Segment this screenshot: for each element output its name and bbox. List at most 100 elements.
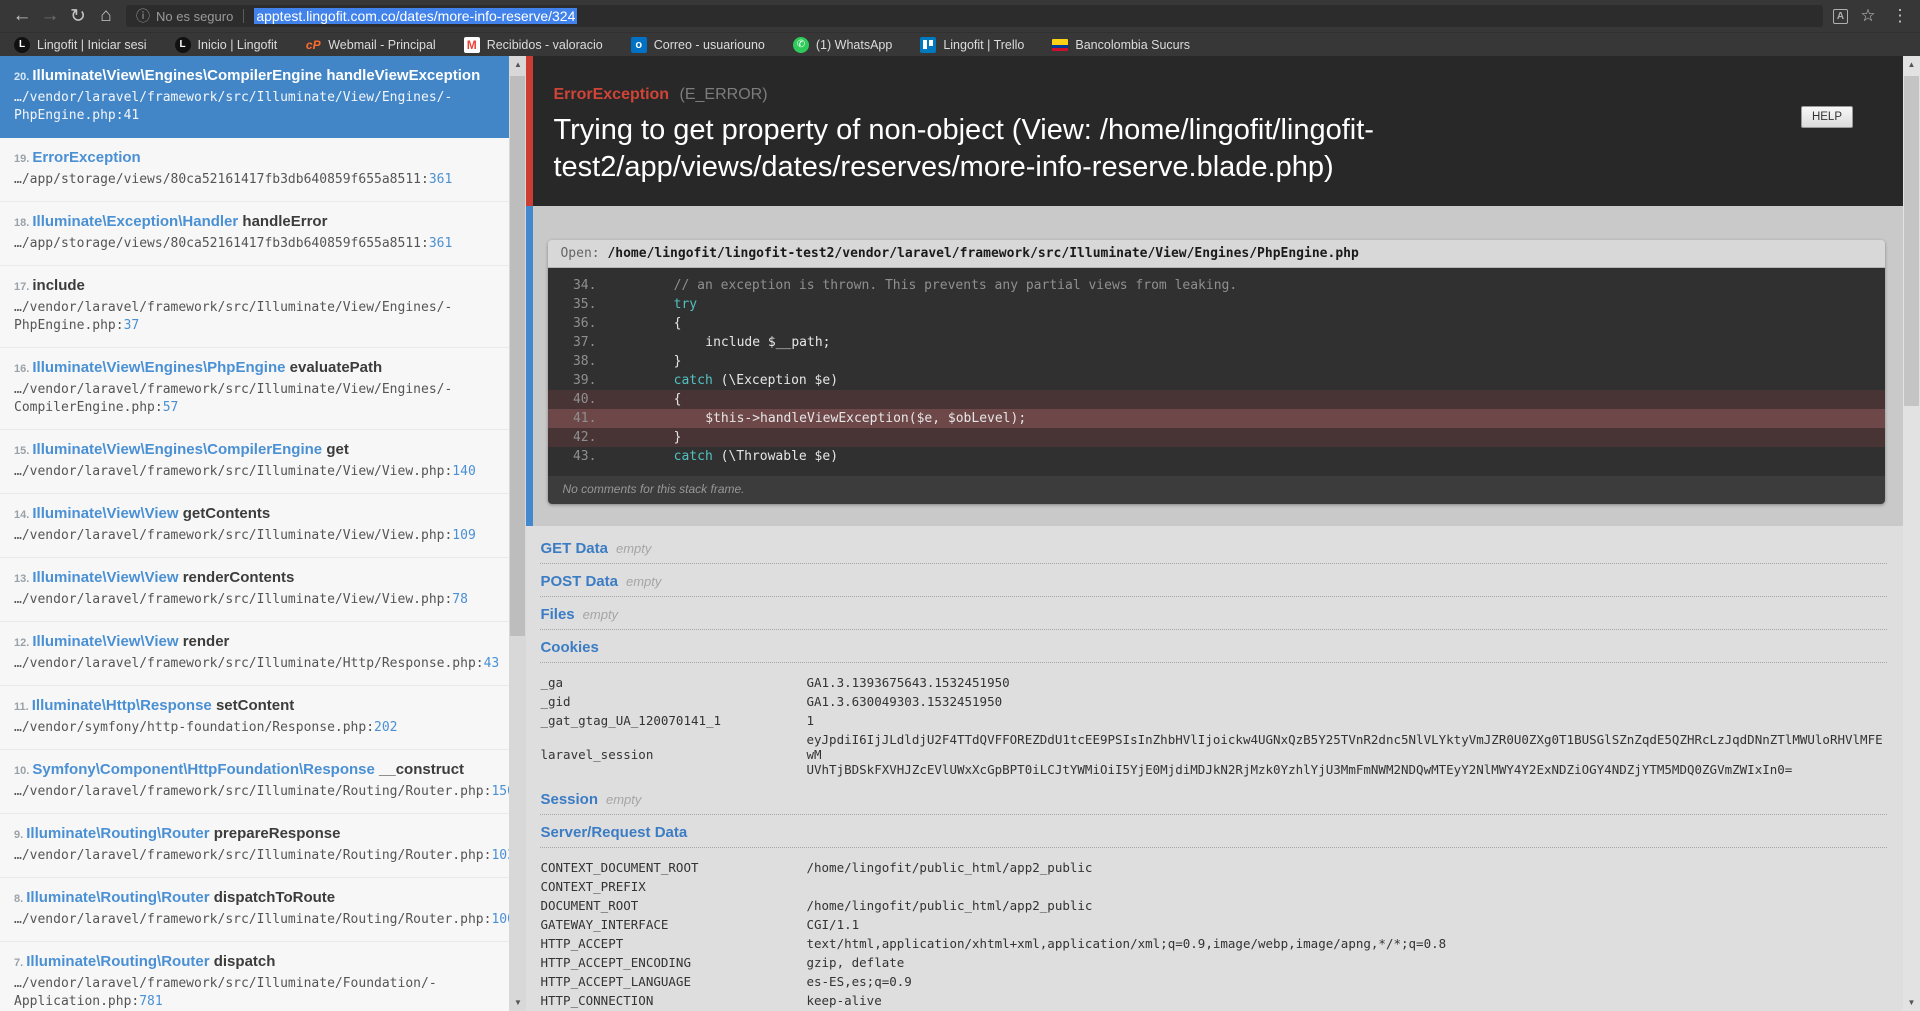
sidebar-scrollbar[interactable]: ▲ ▼ <box>509 56 526 1011</box>
frame-file-path: …/vendor/laravel/framework/src/Illuminat… <box>14 783 495 801</box>
stack-frame[interactable]: 20. Illuminate\View\Engines\CompilerEngi… <box>0 56 509 138</box>
bookmark-item[interactable]: cPWebmail - Principal <box>305 37 435 53</box>
bookmark-item[interactable]: LInicio | Lingofit <box>175 37 278 53</box>
flag-colombia-favicon <box>1052 39 1068 51</box>
bookmark-item[interactable]: MRecibidos - valoracio <box>464 37 603 53</box>
stack-frame-title: 15. Illuminate\View\Engines\CompilerEngi… <box>14 440 495 461</box>
section-server-request-data: Server/Request DataCONTEXT_DOCUMENT_ROOT… <box>540 818 1887 1011</box>
scroll-up-icon[interactable]: ▲ <box>1903 56 1920 73</box>
forward-icon[interactable]: → <box>36 3 64 29</box>
section-divider <box>540 563 1887 564</box>
bookmark-item[interactable]: LLingofit | Iniciar sesi <box>14 37 147 53</box>
frame-line-number: 781 <box>139 994 162 1009</box>
section-heading: POST Data <box>540 573 618 590</box>
security-indicator[interactable]: ⓘ No es seguro <box>136 6 233 26</box>
stack-frame[interactable]: 15. Illuminate\View\Engines\CompilerEngi… <box>0 430 509 494</box>
frame-number: 16. <box>14 363 32 375</box>
frame-method: handleError <box>238 213 327 230</box>
browser-menu-icon[interactable]: ⋮ <box>1888 6 1912 26</box>
home-icon[interactable]: ⌂ <box>92 3 120 29</box>
frame-file-path: …/vendor/laravel/framework/src/Illuminat… <box>14 527 495 545</box>
stack-frame[interactable]: 11. Illuminate\Http\Response setContent…… <box>0 686 509 750</box>
bookmark-item[interactable]: Lingofit | Trello <box>920 37 1024 53</box>
frame-class: Symfony\Component\HttpFoundation\Respons… <box>32 761 375 778</box>
frame-line-number: 41 <box>124 108 140 123</box>
bookmark-label: Inicio | Lingofit <box>198 38 278 52</box>
stack-frame[interactable]: 10. Symfony\Component\HttpFoundation\Res… <box>0 750 509 814</box>
stack-frame[interactable]: 18. Illuminate\Exception\Handler handleE… <box>0 202 509 266</box>
frame-number: 7. <box>14 957 26 969</box>
section-divider <box>540 814 1887 815</box>
scroll-up-icon[interactable]: ▲ <box>509 56 526 73</box>
page-scrollbar[interactable]: ▲ ▼ <box>1903 56 1920 1011</box>
table-key: CONTEXT_DOCUMENT_ROOT <box>540 860 806 875</box>
exception-class: ErrorException <box>553 86 669 103</box>
translate-icon[interactable]: A <box>1833 9 1848 24</box>
code-text: { <box>610 390 681 409</box>
back-icon[interactable]: ← <box>8 3 36 29</box>
frame-method: prepareResponse <box>210 825 341 842</box>
table-value: text/html,application/xhtml+xml,applicat… <box>806 936 1887 951</box>
stack-frame[interactable]: 17. include…/vendor/laravel/framework/sr… <box>0 266 509 348</box>
data-table: CONTEXT_DOCUMENT_ROOT/home/lingofit/publ… <box>540 858 1887 1011</box>
frame-class: ErrorException <box>32 149 140 166</box>
section-get-data: GET Dataempty <box>540 534 1887 564</box>
frame-line-number: 1001 <box>491 912 509 927</box>
stack-frame-title: 12. Illuminate\View\View render <box>14 632 495 653</box>
address-bar[interactable]: ⓘ No es seguro apptest.lingofit.com.co/d… <box>126 5 1823 27</box>
stack-frame[interactable]: 19. ErrorException…/app/storage/views/80… <box>0 138 509 202</box>
code-line: 37.include $__path; <box>548 333 1885 352</box>
scroll-down-icon[interactable]: ▼ <box>1903 994 1920 1011</box>
browser-chrome: ← → ↻ ⌂ ⓘ No es seguro apptest.lingofit.… <box>0 0 1920 56</box>
bookmark-item[interactable]: Bancolombia Sucurs <box>1052 38 1190 52</box>
stack-frame[interactable]: 7. Illuminate\Routing\Router dispatch…/v… <box>0 942 509 1011</box>
help-button[interactable]: HELP <box>1801 106 1853 128</box>
table-value: es-ES,es;q=0.9 <box>806 974 1887 989</box>
bookmark-label: Webmail - Principal <box>328 38 435 52</box>
stack-frames-list: 20. Illuminate\View\Engines\CompilerEngi… <box>0 56 509 1011</box>
frame-number: 10. <box>14 765 32 777</box>
page-scrollbar-thumb[interactable] <box>1904 76 1919 406</box>
frame-file-path: …/vendor/laravel/framework/src/Illuminat… <box>14 911 495 929</box>
bookmark-item[interactable]: ✆(1) WhatsApp <box>793 37 892 53</box>
exception-message: Trying to get property of non-object (Vi… <box>553 112 1813 186</box>
stack-frame-title: 10. Symfony\Component\HttpFoundation\Res… <box>14 760 495 781</box>
frame-line-number: 1036 <box>491 848 509 863</box>
stack-frame[interactable]: 13. Illuminate\View\View renderContents…… <box>0 558 509 622</box>
trello-favicon <box>920 37 936 53</box>
sidebar-scrollbar-thumb[interactable] <box>510 76 525 636</box>
stack-frame[interactable]: 12. Illuminate\View\View render…/vendor/… <box>0 622 509 686</box>
scroll-down-icon[interactable]: ▼ <box>509 994 526 1011</box>
code-box: Open: /home/lingofit/lingofit-test2/vend… <box>548 240 1885 504</box>
url-input[interactable]: apptest.lingofit.com.co/dates/more-info-… <box>254 8 577 24</box>
frame-method: __construct <box>375 761 464 778</box>
stack-frame[interactable]: 9. Illuminate\Routing\Router prepareResp… <box>0 814 509 878</box>
stack-frame[interactable]: 16. Illuminate\View\Engines\PhpEngine ev… <box>0 348 509 430</box>
info-icon: ⓘ <box>136 6 150 26</box>
code-line-number: 36. <box>548 314 610 333</box>
table-row: HTTP_CONNECTIONkeep-alive <box>540 991 1887 1010</box>
stack-frame[interactable]: 8. Illuminate\Routing\Router dispatchToR… <box>0 878 509 942</box>
table-value: keep-alive <box>806 993 1887 1008</box>
frame-method: setContent <box>212 697 295 714</box>
frame-class: Illuminate\Exception\Handler <box>32 213 238 230</box>
frame-line-number: 361 <box>429 172 452 187</box>
security-label: No es seguro <box>156 9 233 24</box>
section-cookies: Cookies_gaGA1.3.1393675643.1532451950_gi… <box>540 633 1887 779</box>
frame-file-path: …/vendor/laravel/framework/src/Illuminat… <box>14 847 495 865</box>
bookmark-star-icon[interactable]: ☆ <box>1856 6 1880 26</box>
frame-line-number: 57 <box>163 400 179 415</box>
section-heading: Session <box>540 791 598 808</box>
stack-frame[interactable]: 14. Illuminate\View\View getContents…/ve… <box>0 494 509 558</box>
frame-number: 15. <box>14 445 32 457</box>
table-value: /home/lingofit/public_html/app2_public <box>806 898 1887 913</box>
bookmark-label: Lingofit | Iniciar sesi <box>37 38 147 52</box>
reload-icon[interactable]: ↻ <box>64 3 92 29</box>
code-line: 39.catch (\Exception $e) <box>548 371 1885 390</box>
frame-file-path: …/vendor/laravel/framework/src/Illuminat… <box>14 299 495 335</box>
bookmark-item[interactable]: oCorreo - usuariouno <box>631 37 765 53</box>
frame-line-number: 109 <box>452 528 475 543</box>
code-text: } <box>610 428 681 447</box>
frame-method: include <box>32 277 85 294</box>
frame-number: 13. <box>14 573 32 585</box>
